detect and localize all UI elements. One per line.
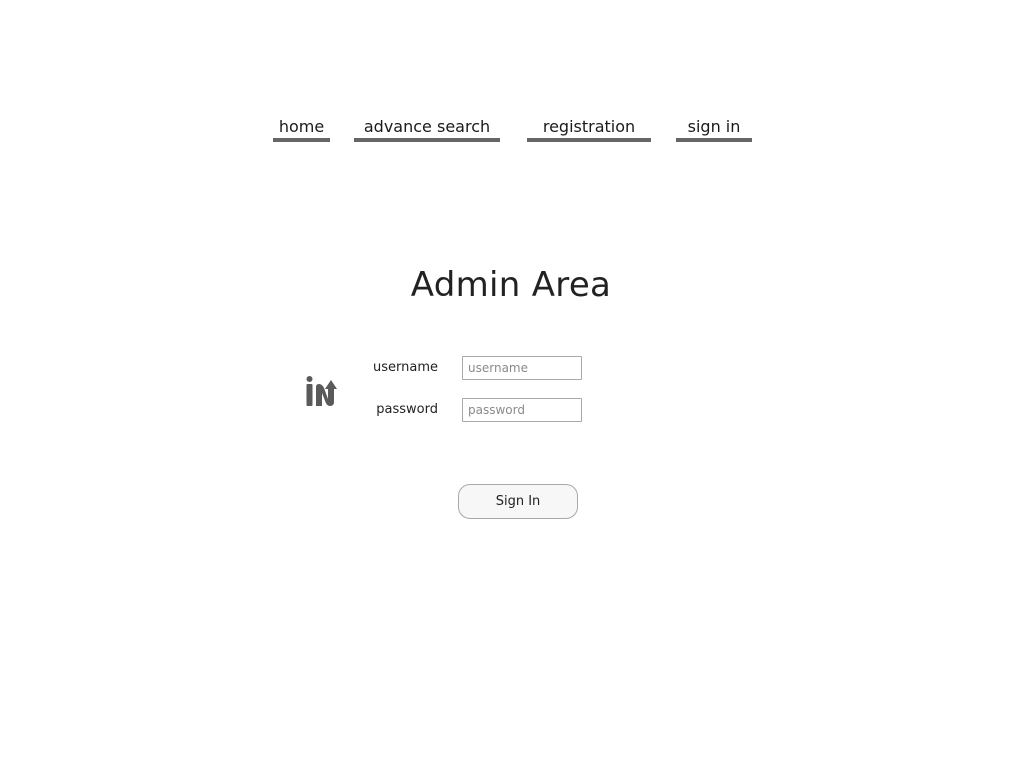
page-title-text: Admin Area (410, 265, 612, 305)
password-label: password (376, 402, 438, 417)
username-label: username (373, 360, 438, 375)
nav-item-registration[interactable]: registration (527, 116, 651, 142)
page: home advance search registration sign in… (0, 0, 1024, 768)
nav-item-sign-in[interactable]: sign in (676, 116, 752, 142)
in-logo-icon (306, 376, 337, 406)
nav-item-advance-search[interactable]: advance search (354, 116, 500, 142)
nav-item-home[interactable]: home (273, 116, 330, 142)
username-field[interactable] (462, 356, 582, 380)
password-field[interactable] (462, 398, 582, 422)
page-title: Admin Area (0, 262, 1024, 308)
sign-in-button[interactable]: Sign In (458, 484, 578, 519)
